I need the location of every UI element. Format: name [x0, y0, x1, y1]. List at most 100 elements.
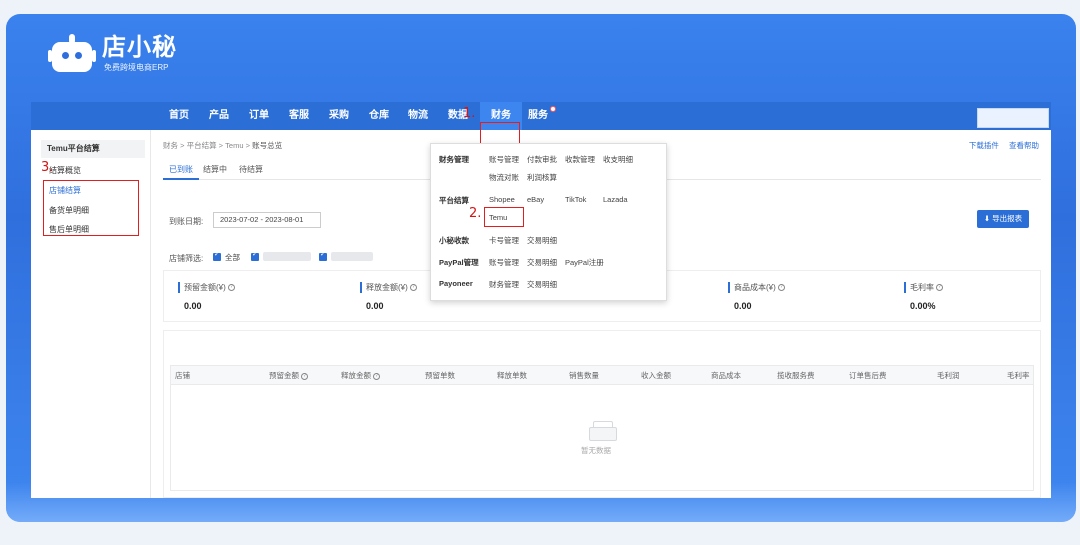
brand-name: 店小秘	[102, 34, 177, 61]
col-reserved-amount: 预留金额?	[269, 366, 308, 386]
breadcrumb-separator: >	[180, 141, 185, 150]
empty-state-text: 暂无数据	[581, 446, 611, 455]
top-navbar: 首页 产品 订单 客服 采购 仓库 物流 数据 财务 服务	[31, 102, 1051, 130]
menu-paypal-accounts[interactable]: 账号管理	[489, 257, 519, 268]
nav-services[interactable]: 服务	[528, 102, 556, 130]
col-label: 预留金额	[269, 371, 299, 380]
brand-tagline: 免费跨境电商ERP	[104, 63, 169, 72]
step2-highlight-box	[484, 207, 524, 227]
menu-shopee[interactable]: Shopee	[489, 195, 515, 204]
download-plugin-link[interactable]: 下载插件	[969, 141, 999, 150]
step3-label: 3.	[41, 160, 54, 175]
table-header: 店铺 预留金额? 释放金额? 预留单数 释放单数 销售数量 收入金额 商品成本 …	[170, 365, 1034, 385]
data-table: 店铺 预留金额? 释放金额? 预留单数 释放单数 销售数量 收入金额 商品成本 …	[163, 330, 1041, 498]
store-all-checkbox[interactable]	[213, 250, 221, 261]
tab-pending[interactable]: 待结算	[239, 160, 263, 180]
menu-payoneer-finance[interactable]: 财务管理	[489, 279, 519, 290]
help-icon[interactable]: ?	[373, 372, 380, 380]
date-range-input[interactable]: 2023-07-02 - 2023-08-01	[213, 212, 321, 228]
table-body: 暂无数据	[170, 385, 1034, 491]
tab-settling[interactable]: 结算中	[203, 160, 227, 180]
col-reserved-orders: 预留单数	[425, 371, 455, 380]
empty-box-icon	[587, 419, 619, 441]
stat-label: 商品成本(¥)	[734, 283, 776, 292]
brand-logo[interactable]: 店小秘 免费跨境电商ERP	[48, 34, 177, 74]
help-icon[interactable]: ?	[409, 284, 417, 292]
tab-received[interactable]: 已到账	[163, 160, 199, 180]
nav-service[interactable]: 客服	[289, 102, 309, 130]
help-icon[interactable]: ?	[301, 372, 308, 380]
help-links: 下载插件 查看帮助	[961, 140, 1039, 151]
store-checkbox-2[interactable]	[319, 250, 327, 261]
col-gross-margin: 毛利率	[1007, 371, 1030, 380]
menu-lazada[interactable]: Lazada	[603, 195, 628, 204]
menu-group-platform-settlement: 平台结算	[439, 196, 469, 205]
user-account-box[interactable]	[977, 108, 1049, 128]
col-aftersale-fee: 订单售后费	[849, 371, 887, 380]
nav-logistics[interactable]: 物流	[408, 102, 428, 130]
store-name-redacted-2	[331, 252, 373, 261]
date-filter-label: 到账日期:	[169, 217, 204, 226]
menu-ebay[interactable]: eBay	[527, 195, 544, 204]
stat-label: 预留金额(¥)	[184, 283, 226, 292]
help-icon[interactable]: ?	[227, 284, 235, 292]
breadcrumb-temu[interactable]: Temu	[225, 141, 243, 150]
menu-transaction-detail[interactable]: 交易明细	[527, 235, 557, 246]
finance-dropdown-menu: 财务管理 账号管理 付款审批 收款管理 收支明细 物流对账 利润核算 平台结算 …	[430, 143, 667, 301]
nav-products[interactable]: 产品	[209, 102, 229, 130]
menu-group-payoneer: Payoneer	[439, 279, 473, 288]
view-help-link[interactable]: 查看帮助	[1009, 141, 1039, 150]
col-released-amount: 释放金额?	[341, 366, 380, 386]
help-icon[interactable]: ?	[936, 284, 943, 292]
menu-group-finance-management: 财务管理	[439, 155, 469, 164]
store-checkbox-1[interactable]	[251, 250, 259, 261]
stat-value: 0.00	[184, 301, 202, 311]
store-filter-label: 店铺筛选:	[169, 254, 204, 263]
sidebar-item-overview[interactable]: 结算概览	[49, 164, 81, 178]
stat-value: 0.00	[734, 301, 752, 311]
col-sales-qty: 销售数量	[569, 371, 599, 380]
stat-value: 0.00	[366, 301, 384, 311]
breadcrumb: 财务 > 平台结算 > Temu > 账号总览	[163, 140, 282, 151]
breadcrumb-platform-settlement[interactable]: 平台结算	[187, 141, 217, 150]
menu-account-management[interactable]: 账号管理	[489, 154, 519, 165]
col-store: 店铺	[175, 371, 190, 380]
robot-logo-icon	[48, 34, 96, 74]
step2-label: 2.	[469, 206, 482, 221]
store-name-redacted-1	[263, 252, 311, 261]
menu-income-expense-detail[interactable]: 收支明细	[603, 154, 633, 165]
menu-payoneer-transactions[interactable]: 交易明细	[527, 279, 557, 290]
step3-highlight-box	[43, 180, 139, 236]
menu-receipt-management[interactable]: 收款管理	[565, 154, 595, 165]
notification-dot-icon	[550, 106, 556, 112]
menu-logistics-reconcile[interactable]: 物流对账	[489, 172, 519, 183]
breadcrumb-separator: >	[245, 141, 250, 150]
help-icon[interactable]: ?	[777, 284, 785, 292]
store-all-label: 全部	[225, 253, 240, 262]
nav-purchase[interactable]: 采购	[329, 102, 349, 130]
stat-value: 0.00%	[910, 301, 936, 311]
stat-label: 毛利率	[910, 283, 934, 292]
breadcrumb-finance[interactable]: 财务	[163, 141, 178, 150]
menu-card-management[interactable]: 卡号管理	[489, 235, 519, 246]
col-pickup-fee: 揽收服务费	[777, 371, 815, 380]
nav-warehouse[interactable]: 仓库	[369, 102, 389, 130]
menu-payment-approval[interactable]: 付款审批	[527, 154, 557, 165]
nav-orders[interactable]: 订单	[249, 102, 269, 130]
col-gross-profit: 毛利润	[937, 371, 960, 380]
col-income: 收入金额	[641, 371, 671, 380]
breadcrumb-current: 账号总览	[252, 141, 283, 150]
menu-group-paypal: PayPal管理	[439, 258, 479, 267]
menu-profit-accounting[interactable]: 利润核算	[527, 172, 557, 183]
menu-tiktok[interactable]: TikTok	[565, 195, 586, 204]
sidebar-title: Temu平台结算	[41, 140, 145, 158]
menu-group-xiaomi-collection: 小秘收款	[439, 236, 469, 245]
breadcrumb-separator: >	[218, 141, 224, 150]
menu-paypal-transactions[interactable]: 交易明细	[527, 257, 557, 268]
menu-paypal-register[interactable]: PayPal注册	[565, 257, 604, 268]
nav-home[interactable]: 首页	[169, 102, 189, 130]
export-report-button[interactable]: ⬇ 导出报表	[977, 210, 1029, 228]
col-label: 释放金额	[341, 371, 371, 380]
screenshot-frame: 店小秘 免费跨境电商ERP 首页 产品 订单 客服 采购 仓库 物流 数据 财务…	[6, 14, 1076, 522]
app-window: 首页 产品 订单 客服 采购 仓库 物流 数据 财务 服务 1. Temu平台结…	[31, 102, 1051, 498]
